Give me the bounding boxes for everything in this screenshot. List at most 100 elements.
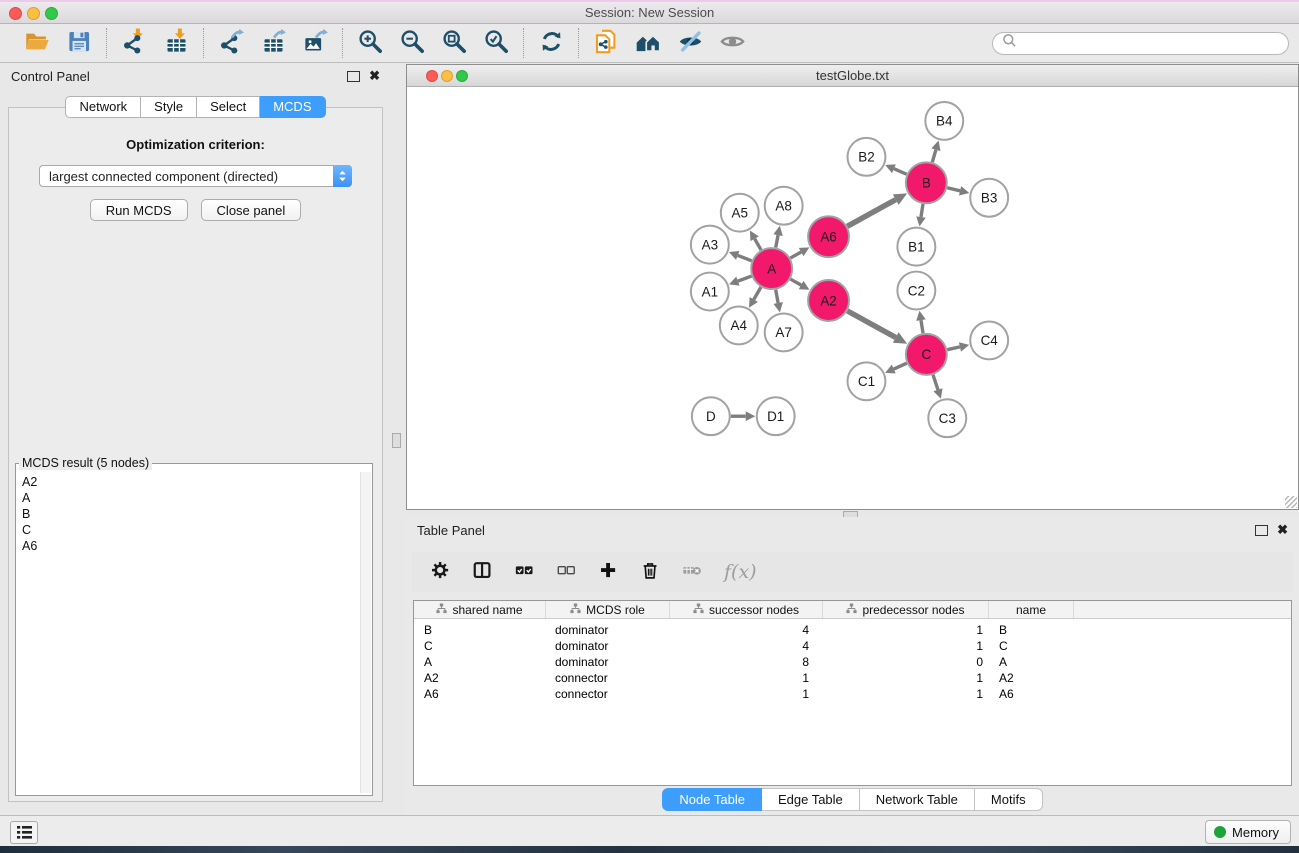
graph-edge-A-A8[interactable] xyxy=(773,226,782,248)
graph-node-C[interactable]: C xyxy=(906,334,947,375)
graph-edge-D-D1[interactable] xyxy=(731,411,755,421)
graph-edge-A6-B[interactable] xyxy=(847,193,907,226)
delete-column-button[interactable] xyxy=(640,559,662,585)
column-header-successor-nodes[interactable]: successor nodes xyxy=(670,601,823,618)
mcds-result-item[interactable]: A6 xyxy=(22,538,354,554)
deselect-all-button[interactable] xyxy=(556,559,578,585)
column-header-MCDS-role[interactable]: MCDS role xyxy=(546,601,670,618)
graph-edge-A-A6[interactable] xyxy=(790,247,809,258)
graph-node-A1[interactable]: A1 xyxy=(691,273,729,311)
close-panel-button[interactable]: Close panel xyxy=(201,199,302,221)
graph-node-A7[interactable]: A7 xyxy=(765,313,803,351)
clone-network-button[interactable] xyxy=(591,28,621,58)
zoom-window-button[interactable] xyxy=(45,7,58,20)
graph-edge-A-A7[interactable] xyxy=(773,290,782,313)
graph-edge-C-C4[interactable] xyxy=(947,342,969,351)
save-session-button[interactable] xyxy=(64,28,94,58)
go-home-button[interactable] xyxy=(633,28,663,58)
table-row[interactable]: A2connector11A2 xyxy=(414,670,1291,686)
minimize-window-button[interactable] xyxy=(27,7,40,20)
mcds-result-item[interactable]: A xyxy=(22,490,354,506)
mcds-result-item[interactable]: A2 xyxy=(22,474,354,490)
graph-node-D[interactable]: D xyxy=(692,397,730,435)
zoom-selected-button[interactable] xyxy=(481,28,511,58)
graph-edge-C-C1[interactable] xyxy=(885,363,907,373)
graph-node-A5[interactable]: A5 xyxy=(721,194,759,232)
tab-select[interactable]: Select xyxy=(197,96,260,118)
export-network-button[interactable] xyxy=(216,28,246,58)
graph-edge-C-C3[interactable] xyxy=(933,375,942,399)
float-table-panel-icon[interactable] xyxy=(1255,525,1268,536)
add-column-button[interactable] xyxy=(598,559,620,585)
zoom-in-button[interactable] xyxy=(355,28,385,58)
graph-edge-A-A5[interactable] xyxy=(750,230,761,249)
import-table-button[interactable] xyxy=(161,28,191,58)
graph-node-A3[interactable]: A3 xyxy=(691,226,729,264)
graph-edge-B-B2[interactable] xyxy=(885,164,906,174)
table-row[interactable]: Adominator80A xyxy=(414,654,1291,670)
close-table-panel-icon[interactable]: ✖ xyxy=(1277,524,1288,536)
graph-node-C4[interactable]: C4 xyxy=(970,321,1008,359)
criterion-dropdown[interactable]: largest connected component (directed) xyxy=(39,165,352,187)
graph-node-C1[interactable]: C1 xyxy=(848,362,886,400)
mcds-result-item[interactable]: C xyxy=(22,522,354,538)
network-zoom-button[interactable] xyxy=(456,70,468,82)
graph-node-A[interactable]: A xyxy=(751,248,792,289)
graph-node-C3[interactable]: C3 xyxy=(928,399,966,437)
close-panel-icon[interactable]: ✖ xyxy=(369,70,380,82)
graph-node-B3[interactable]: B3 xyxy=(970,179,1008,217)
split-panel-button[interactable] xyxy=(472,559,494,585)
import-network-button[interactable] xyxy=(119,28,149,58)
tab-network[interactable]: Network xyxy=(65,96,141,118)
zoom-fit-button[interactable] xyxy=(439,28,469,58)
open-file-button[interactable] xyxy=(22,28,52,58)
network-canvas[interactable]: B4B2BB3A5A8A6A3B1AA1C2A2A4A7CC4C1C3DD1 xyxy=(407,88,1298,509)
panel-list-button[interactable] xyxy=(10,821,38,844)
mcds-result-item[interactable]: B xyxy=(22,506,354,522)
graph-node-D1[interactable]: D1 xyxy=(757,397,795,435)
graph-node-A8[interactable]: A8 xyxy=(765,187,803,225)
gear-button[interactable] xyxy=(430,559,452,585)
close-window-button[interactable] xyxy=(9,7,22,20)
tab-mcds[interactable]: MCDS xyxy=(260,96,325,118)
graph-edge-A-A4[interactable] xyxy=(749,287,761,308)
table-row[interactable]: A6connector11A6 xyxy=(414,686,1291,702)
graph-edge-A-A1[interactable] xyxy=(729,276,752,286)
vertical-splitter-grip[interactable] xyxy=(392,433,401,448)
network-close-button[interactable] xyxy=(426,70,438,82)
graph-node-B4[interactable]: B4 xyxy=(925,102,963,140)
graph-edge-B-B4[interactable] xyxy=(931,141,940,163)
graph-edge-C-C2[interactable] xyxy=(916,311,925,333)
graph-node-A6[interactable]: A6 xyxy=(808,216,849,257)
tab-network-table[interactable]: Network Table xyxy=(860,788,975,811)
search-input[interactable] xyxy=(1023,35,1279,52)
list-scrollbar[interactable] xyxy=(360,472,371,793)
tab-node-table[interactable]: Node Table xyxy=(662,788,762,811)
tab-style[interactable]: Style xyxy=(141,96,197,118)
float-panel-icon[interactable] xyxy=(347,71,360,82)
graph-node-B1[interactable]: B1 xyxy=(897,228,935,266)
tab-motifs[interactable]: Motifs xyxy=(975,788,1043,811)
show-all-button[interactable] xyxy=(717,28,747,58)
column-header-name[interactable]: name xyxy=(989,601,1074,618)
run-mcds-button[interactable]: Run MCDS xyxy=(90,199,188,221)
graph-edge-A-A2[interactable] xyxy=(790,279,809,290)
network-minimize-button[interactable] xyxy=(441,70,453,82)
window-resize-grip[interactable] xyxy=(1285,496,1297,508)
table-row[interactable]: Bdominator41B xyxy=(414,622,1291,638)
export-image-button[interactable] xyxy=(300,28,330,58)
graph-edge-A2-C[interactable] xyxy=(847,311,907,344)
column-header-shared-name[interactable]: shared name xyxy=(414,601,546,618)
graph-edge-A-A3[interactable] xyxy=(729,251,752,261)
tab-edge-table[interactable]: Edge Table xyxy=(762,788,860,811)
zoom-out-button[interactable] xyxy=(397,28,427,58)
refresh-view-button[interactable] xyxy=(536,28,566,58)
graph-node-A4[interactable]: A4 xyxy=(720,306,758,344)
memory-button[interactable]: Memory xyxy=(1205,820,1291,844)
column-header-predecessor-nodes[interactable]: predecessor nodes xyxy=(823,601,989,618)
graph-node-B2[interactable]: B2 xyxy=(848,138,886,176)
graph-edge-B-B3[interactable] xyxy=(947,186,969,195)
hide-selected-button[interactable] xyxy=(675,28,705,58)
graph-node-C2[interactable]: C2 xyxy=(897,272,935,310)
graph-node-A2[interactable]: A2 xyxy=(808,280,849,321)
